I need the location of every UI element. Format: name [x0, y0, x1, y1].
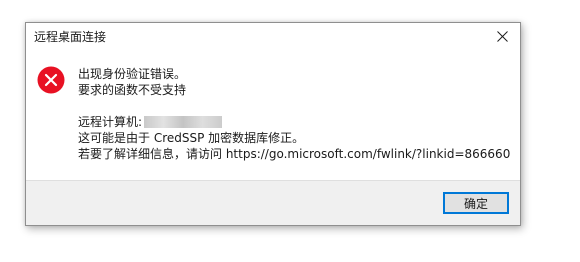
error-heading: 出现身份验证错误。 [78, 67, 187, 81]
dialog-title: 远程桌面连接 [34, 30, 107, 44]
page: 远程桌面连接 出现身份验证错误。 要求的函数不受支持 远程计算机: 这可能是由于… [0, 0, 580, 262]
error-icon [37, 66, 65, 94]
remote-computer-label: 远程计算机: [78, 115, 143, 129]
error-detail: 要求的函数不受支持 [78, 83, 187, 97]
ok-button[interactable]: 确定 [443, 192, 509, 214]
message-text: 出现身份验证错误。 要求的函数不受支持 远程计算机: 这可能是由于 CredSS… [78, 66, 510, 162]
credssp-note: 这可能是由于 CredSSP 加密数据库修正。 [78, 131, 305, 145]
close-button[interactable] [488, 24, 516, 48]
button-bar: 确定 [26, 180, 520, 225]
dialog-body: 出现身份验证错误。 要求的函数不受支持 远程计算机: 这可能是由于 CredSS… [26, 49, 520, 179]
title-bar: 远程桌面连接 [26, 23, 520, 49]
remote-computer-line: 远程计算机: [78, 114, 510, 130]
more-info-text: 若要了解详细信息，请访问 https://go.microsoft.com/fw… [78, 147, 511, 161]
close-icon [496, 30, 508, 42]
redacted-computer-name [144, 116, 223, 128]
error-dialog: 远程桌面连接 出现身份验证错误。 要求的函数不受支持 远程计算机: 这可能是由于… [25, 22, 521, 226]
